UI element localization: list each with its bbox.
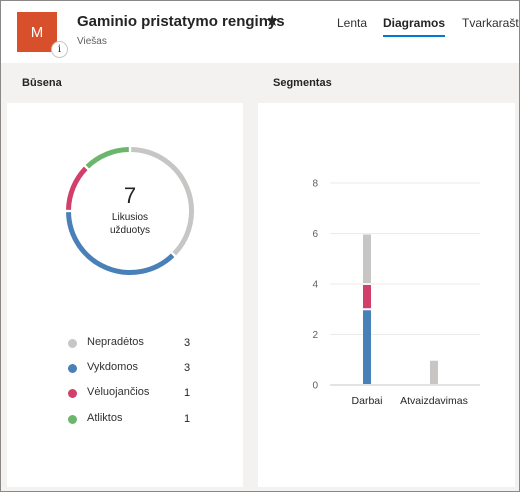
plan-header: M i Gaminio pristatymo renginys ★ Viešas…	[0, 0, 520, 63]
legend-count: 3	[184, 337, 191, 349]
info-glyph: i	[57, 44, 62, 55]
status-card-title: Būsena	[7, 65, 243, 103]
legend-item-veluojancios[interactable]: Vėluojančios 1	[67, 386, 197, 400]
legend-dot	[68, 389, 77, 398]
tab-lenta[interactable]: Lenta	[337, 16, 367, 30]
legend-dot	[68, 415, 77, 424]
legend-dot	[68, 339, 77, 348]
visibility-label: Viešas	[77, 36, 107, 47]
legend-item-atliktos[interactable]: Atliktos 1	[67, 412, 197, 426]
legend-item-vykdomos[interactable]: Vykdomos 3	[67, 361, 197, 375]
info-icon[interactable]: i	[51, 41, 68, 58]
y-tick-label-4: 8	[312, 179, 318, 190]
remaining-count: 7	[123, 183, 137, 208]
tab-diagramos[interactable]: Diagramos	[383, 16, 445, 30]
remaining-caption-line2: užduotys	[109, 225, 151, 236]
legend-item-nepradetos[interactable]: Nepradėtos 3	[67, 336, 197, 350]
bar-0-1[interactable]	[363, 285, 371, 309]
y-tick-label-0: 0	[312, 381, 318, 392]
y-tick-label-1: 2	[312, 330, 318, 341]
legend-count: 1	[184, 413, 191, 425]
x-category-label-1: Atvaizdavimas	[400, 395, 468, 407]
donut-segment-2[interactable]	[66, 166, 88, 210]
remaining-caption: Likusios užduotys	[95, 211, 165, 237]
plan-title[interactable]: Gaminio pristatymo renginys	[77, 13, 285, 30]
legend-label: Atliktos	[87, 412, 123, 424]
x-category-label-0: Darbai	[352, 395, 383, 407]
legend-count: 1	[184, 387, 191, 399]
bar-0-2[interactable]	[363, 234, 371, 284]
legend-label: Vėluojančios	[87, 386, 150, 398]
tab-tvarkarastis[interactable]: Tvarkaraštis	[462, 16, 520, 30]
segment-card-title: Segmentas	[258, 65, 515, 103]
bar-1-2[interactable]	[430, 360, 438, 384]
legend-count: 3	[184, 362, 191, 374]
active-tab-indicator	[383, 35, 445, 37]
star-icon[interactable]: ★	[265, 11, 279, 31]
remaining-caption-line1: Likusios	[111, 212, 149, 223]
legend-label: Vykdomos	[87, 361, 138, 373]
bar-0-0[interactable]	[363, 310, 371, 384]
legend-label: Nepradėtos	[87, 336, 144, 348]
avatar-letter: M	[30, 23, 44, 41]
donut-segment-3[interactable]	[85, 147, 129, 169]
y-tick-label-3: 6	[312, 229, 318, 240]
y-tick-label-2: 4	[312, 280, 318, 291]
legend-dot	[68, 364, 77, 373]
segment-bar-chart: 0 2 4 6 8 Darbai Atvaizdavimas	[312, 179, 480, 407]
